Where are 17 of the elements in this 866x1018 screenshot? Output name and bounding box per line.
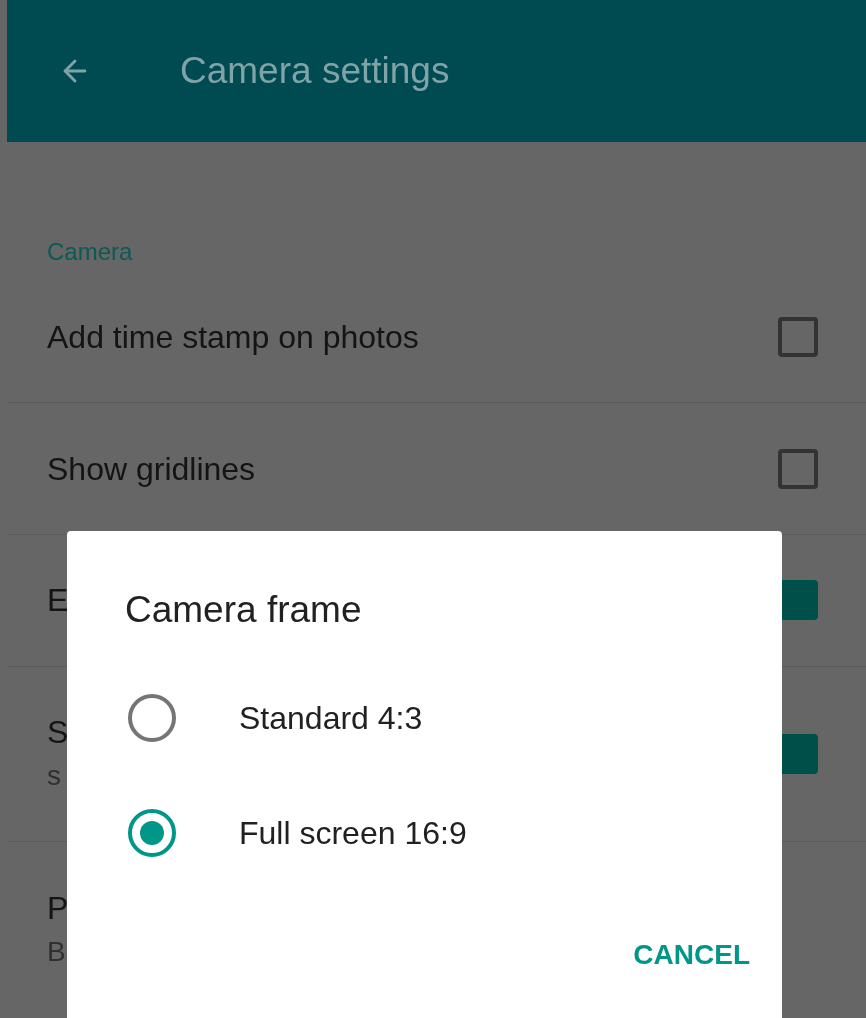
section-header: Camera	[47, 236, 133, 267]
setting-title: E	[47, 581, 69, 621]
radio-option[interactable]: Standard 4:3	[67, 660, 782, 775]
radio-button[interactable]	[128, 693, 176, 742]
setting-title: S	[47, 713, 69, 753]
checkbox[interactable]	[778, 316, 818, 357]
dialog-title: Camera frame	[125, 588, 362, 632]
app-bar-title: Camera settings	[180, 49, 450, 94]
setting-title: Show gridlines	[47, 449, 256, 489]
cancel-button[interactable]: CANCEL	[627, 930, 756, 980]
radio-option[interactable]: Full screen 16:9	[67, 775, 782, 890]
radio-button[interactable]	[128, 808, 176, 857]
checkbox[interactable]	[778, 448, 818, 489]
option-label: Full screen 16:9	[239, 813, 467, 853]
option-label: Standard 4:3	[239, 698, 423, 738]
setting-title: Add time stamp on photos	[47, 317, 419, 357]
setting-title: P	[47, 889, 69, 929]
